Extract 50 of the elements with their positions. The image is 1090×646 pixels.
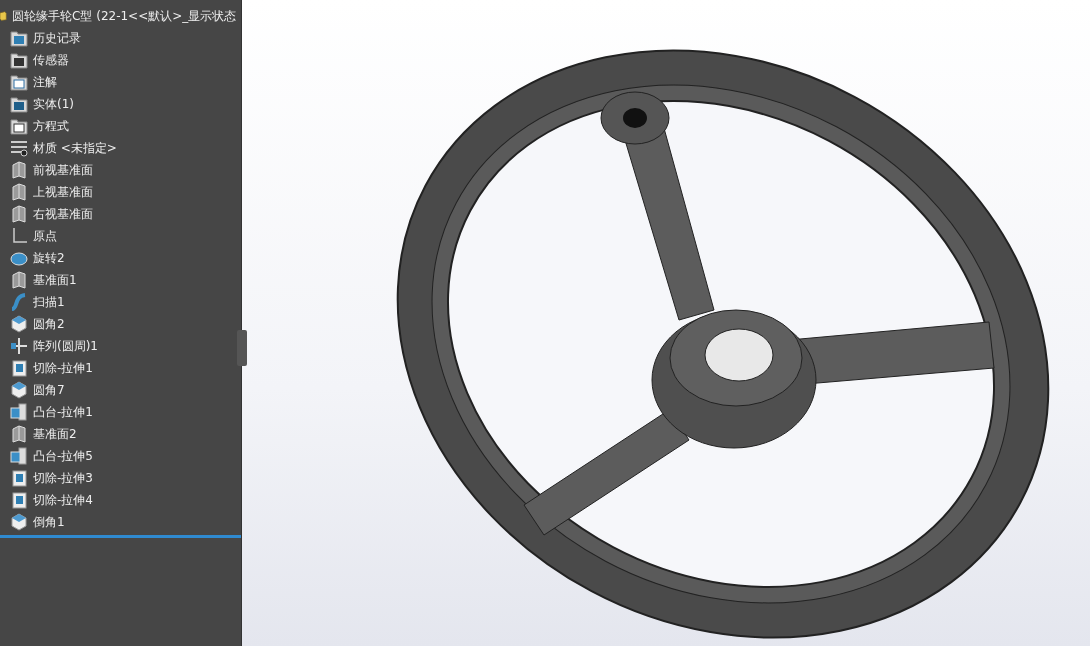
tree-item[interactable]: 扫描1 [0, 291, 241, 313]
cube-icon [10, 315, 28, 333]
tree-item[interactable]: 历史记录 [0, 27, 241, 49]
plane-icon [10, 183, 28, 201]
tree-item[interactable]: 实体(1) [0, 93, 241, 115]
tree-item[interactable]: 圆轮缘手轮C型 (22-1<<默认>_显示状态 [0, 5, 241, 27]
tree-item[interactable]: 切除-拉伸3 [0, 467, 241, 489]
folder-icon [10, 117, 28, 135]
tree-item[interactable]: 上视基准面 [0, 181, 241, 203]
tree-item[interactable]: 基准面2 [0, 423, 241, 445]
folder-icon [10, 29, 28, 47]
rollback-bar[interactable] [0, 535, 241, 538]
tree-item[interactable]: 凸台-拉伸5 [0, 445, 241, 467]
cut-extrude-icon [10, 359, 28, 377]
folder-icon [10, 51, 28, 69]
tree-item[interactable]: 基准面1 [0, 269, 241, 291]
tree-item[interactable]: 前视基准面 [0, 159, 241, 181]
tree-item[interactable]: 右视基准面 [0, 203, 241, 225]
folder-icon [10, 95, 28, 113]
tree-item[interactable]: 方程式 [0, 115, 241, 137]
pattern-icon [10, 337, 28, 355]
sweep-icon [10, 293, 28, 311]
part-icon [0, 8, 10, 24]
tree-item[interactable]: 原点 [0, 225, 241, 247]
cube-icon [10, 513, 28, 531]
plane-icon [10, 425, 28, 443]
material-icon [10, 139, 28, 157]
tree-item[interactable]: 旋转2 [0, 247, 241, 269]
tree-item[interactable]: 材质 <未指定> [0, 137, 241, 159]
cube-icon [10, 381, 28, 399]
tree-item[interactable]: 圆角2 [0, 313, 241, 335]
tree-item[interactable]: 倒角1 [0, 511, 241, 533]
origin-icon [10, 227, 28, 245]
revolve-icon [10, 249, 28, 267]
tree-item[interactable]: 圆角7 [0, 379, 241, 401]
panel-resize-handle[interactable] [237, 330, 247, 366]
tree-item[interactable]: 切除-拉伸1 [0, 357, 241, 379]
plane-icon [10, 205, 28, 223]
boss-extrude-icon [10, 447, 28, 465]
cut-extrude-icon [10, 469, 28, 487]
folder-icon [10, 73, 28, 91]
boss-extrude-icon [10, 403, 28, 421]
tree-item[interactable]: 阵列(圆周)1 [0, 335, 241, 357]
plane-icon [10, 271, 28, 289]
cut-extrude-icon [10, 491, 28, 509]
tree-item[interactable]: 传感器 [0, 49, 241, 71]
tree-item[interactable]: 凸台-拉伸1 [0, 401, 241, 423]
tree-item[interactable]: 注解 [0, 71, 241, 93]
tree-item[interactable]: 切除-拉伸4 [0, 489, 241, 511]
plane-icon [10, 161, 28, 179]
